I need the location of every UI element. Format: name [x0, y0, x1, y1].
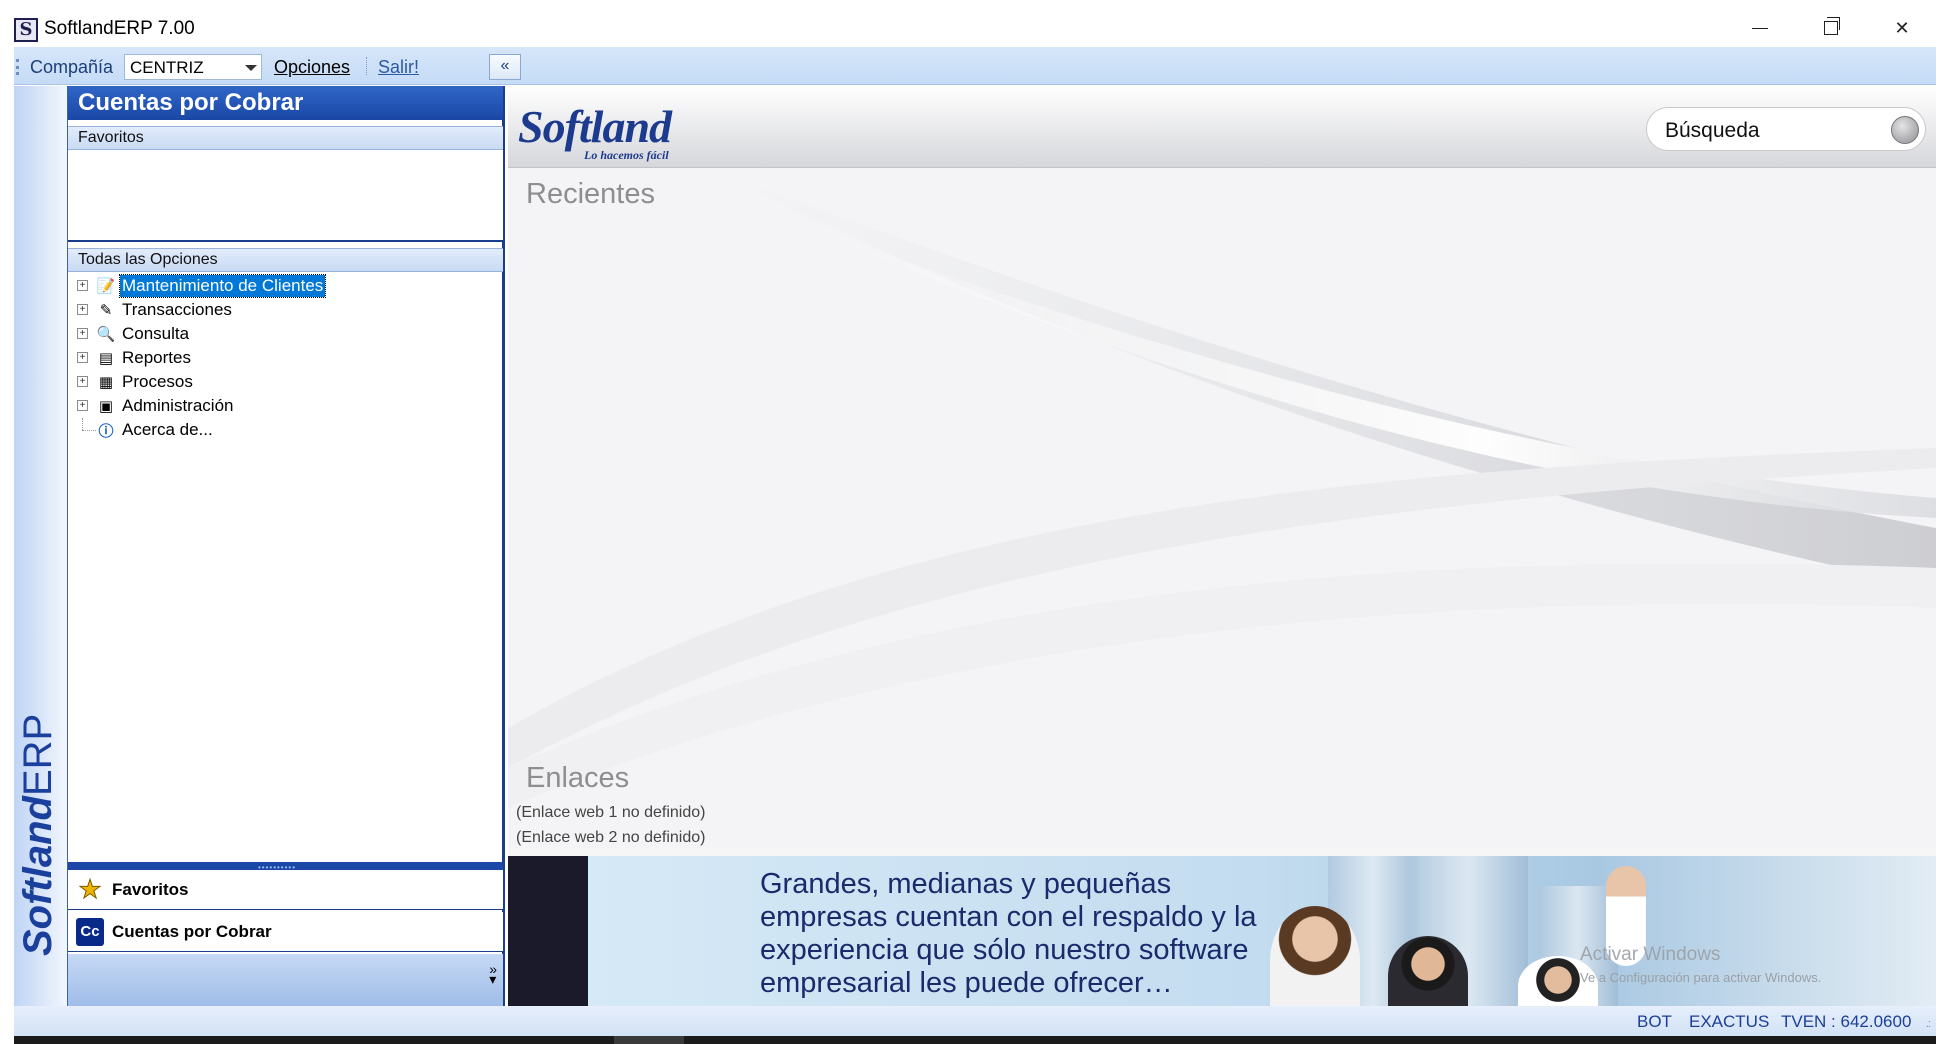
collapse-nav-button[interactable]: «	[489, 54, 521, 80]
favorites-list[interactable]	[68, 150, 503, 242]
links-section-title: Enlaces	[526, 762, 630, 794]
brand-strip: SoftlandERP	[14, 86, 68, 1006]
nav-splitter[interactable]: ••••••••••	[68, 862, 503, 872]
company-label: Compañía	[30, 57, 114, 77]
star-icon: ★	[78, 874, 102, 905]
transactions-icon: ✎	[99, 302, 113, 319]
tree-item-reports[interactable]: + ▤ Reportes	[68, 346, 503, 370]
options-menu[interactable]: Opciones	[274, 57, 350, 78]
resize-grip-icon[interactable]: .:	[1926, 1018, 1931, 1030]
processes-icon: ▦	[98, 374, 114, 391]
minimize-icon	[1752, 27, 1768, 29]
window-title: SoftlandERP 7.00	[44, 18, 195, 39]
company-select[interactable]: CENTRIZ	[124, 54, 262, 80]
search-input[interactable]: Búsqueda	[1646, 107, 1926, 151]
module-title: Cuentas por Cobrar	[68, 86, 503, 120]
favorites-nav-label: Favoritos	[112, 879, 189, 899]
taskbar-item	[614, 1036, 684, 1044]
banner-text: Grandes, medianas y pequeñas empresas cu…	[760, 868, 1257, 999]
dropdown-caret-icon	[245, 65, 257, 71]
tree-item-label: Mantenimiento de Clientes	[118, 274, 327, 298]
module-nav-button[interactable]: Cc Cuentas por Cobrar	[68, 912, 503, 952]
logo-wordmark: Softland	[518, 101, 672, 152]
restore-icon	[1824, 17, 1840, 35]
tree-item-query[interactable]: + 🔍 Consulta	[68, 322, 503, 346]
navigation-pane: Cuentas por Cobrar Favoritos Todas las O…	[67, 86, 505, 1006]
toolbar-grip[interactable]	[16, 59, 19, 75]
close-icon: ✕	[1894, 17, 1910, 38]
tree-item-label: Consulta	[122, 324, 190, 343]
search-button-icon[interactable]	[1891, 116, 1919, 144]
query-icon: 🔍	[96, 326, 116, 343]
softland-logo: Softland Lo hacemos fácil	[518, 100, 672, 162]
tree-connector	[82, 430, 96, 431]
menu-separator	[366, 57, 367, 75]
expand-icon[interactable]: +	[77, 280, 88, 291]
minimize-button[interactable]	[1730, 8, 1790, 48]
reports-icon: ▤	[98, 350, 114, 367]
tree-item-label: Reportes	[122, 348, 191, 367]
nav-footer: » ▾	[68, 954, 503, 1006]
recent-section-title: Recientes	[526, 178, 655, 210]
options-tree: + 📝 Mantenimiento de Clientes + ✎ Transa…	[68, 274, 503, 442]
close-button[interactable]: ✕	[1872, 8, 1932, 48]
tree-item-transactions[interactable]: + ✎ Transacciones	[68, 298, 503, 322]
activation-watermark-sub: Ve a Configuración para activar Windows.	[1580, 970, 1822, 985]
promo-banner: Grandes, medianas y pequeñas empresas cu…	[508, 856, 1936, 1006]
main-header: Softland Lo hacemos fácil Búsqueda	[508, 86, 1936, 168]
maintenance-icon: 📝	[96, 278, 116, 295]
expand-icon[interactable]: +	[77, 304, 88, 315]
status-database: EXACTUS	[1689, 1012, 1770, 1031]
logo-tagline: Lo hacemos fácil	[584, 148, 669, 162]
menu-bar: Compañía CENTRIZ Opciones Salir! «	[14, 47, 1936, 85]
title-bar: S SoftlandERP 7.00 ✕	[0, 0, 1944, 47]
web-link-2[interactable]: (Enlace web 2 no definido)	[516, 829, 705, 847]
company-value: CENTRIZ	[130, 58, 204, 77]
person-image	[1388, 936, 1468, 1006]
configure-buttons-icon[interactable]: » ▾	[489, 962, 497, 986]
main-panel: Softland Lo hacemos fácil Búsqueda Recie…	[508, 86, 1936, 1006]
activation-watermark: Activar Windows	[1580, 944, 1721, 965]
tree-item-processes[interactable]: + ▦ Procesos	[68, 370, 503, 394]
tree-item-label: Procesos	[122, 372, 193, 391]
web-link-1[interactable]: (Enlace web 1 no definido)	[516, 804, 705, 822]
tree-item-about[interactable]: ⓘ Acerca de...	[68, 418, 503, 442]
favorites-section-header: Favoritos	[68, 126, 503, 150]
search-placeholder: Búsqueda	[1665, 119, 1760, 142]
expand-icon[interactable]: +	[77, 376, 88, 387]
tree-item-label: Transacciones	[122, 300, 232, 319]
taskbar-edge	[14, 1036, 1936, 1044]
tree-item-label: Administración	[122, 396, 234, 415]
status-user: BOT	[1637, 1012, 1672, 1031]
info-icon: ⓘ	[98, 422, 114, 440]
tree-item-label: Acerca de...	[122, 420, 213, 439]
tree-connector	[82, 418, 83, 430]
module-nav-label: Cuentas por Cobrar	[112, 921, 272, 941]
favorites-nav-button[interactable]: ★ Favoritos	[68, 870, 503, 910]
brand-logo: SoftlandERP	[16, 713, 60, 956]
expand-icon[interactable]: +	[77, 352, 88, 363]
tree-item-maintenance[interactable]: + 📝 Mantenimiento de Clientes	[68, 274, 503, 298]
accounts-receivable-icon: Cc	[76, 917, 104, 946]
status-bar: BOT EXACTUS TVEN : 642.0600 .:	[14, 1006, 1936, 1036]
background-swoosh	[508, 168, 1936, 848]
app-logo-icon: S	[14, 18, 38, 42]
all-options-section-header: Todas las Opciones	[68, 248, 503, 272]
administration-icon: ▣	[98, 398, 114, 415]
status-exchange-rate: TVEN : 642.0600	[1781, 1012, 1912, 1031]
expand-icon[interactable]: +	[77, 400, 88, 411]
tree-item-administration[interactable]: + ▣ Administración	[68, 394, 503, 418]
restore-button[interactable]	[1801, 8, 1861, 48]
exit-menu[interactable]: Salir!	[378, 57, 419, 78]
expand-icon[interactable]: +	[77, 328, 88, 339]
